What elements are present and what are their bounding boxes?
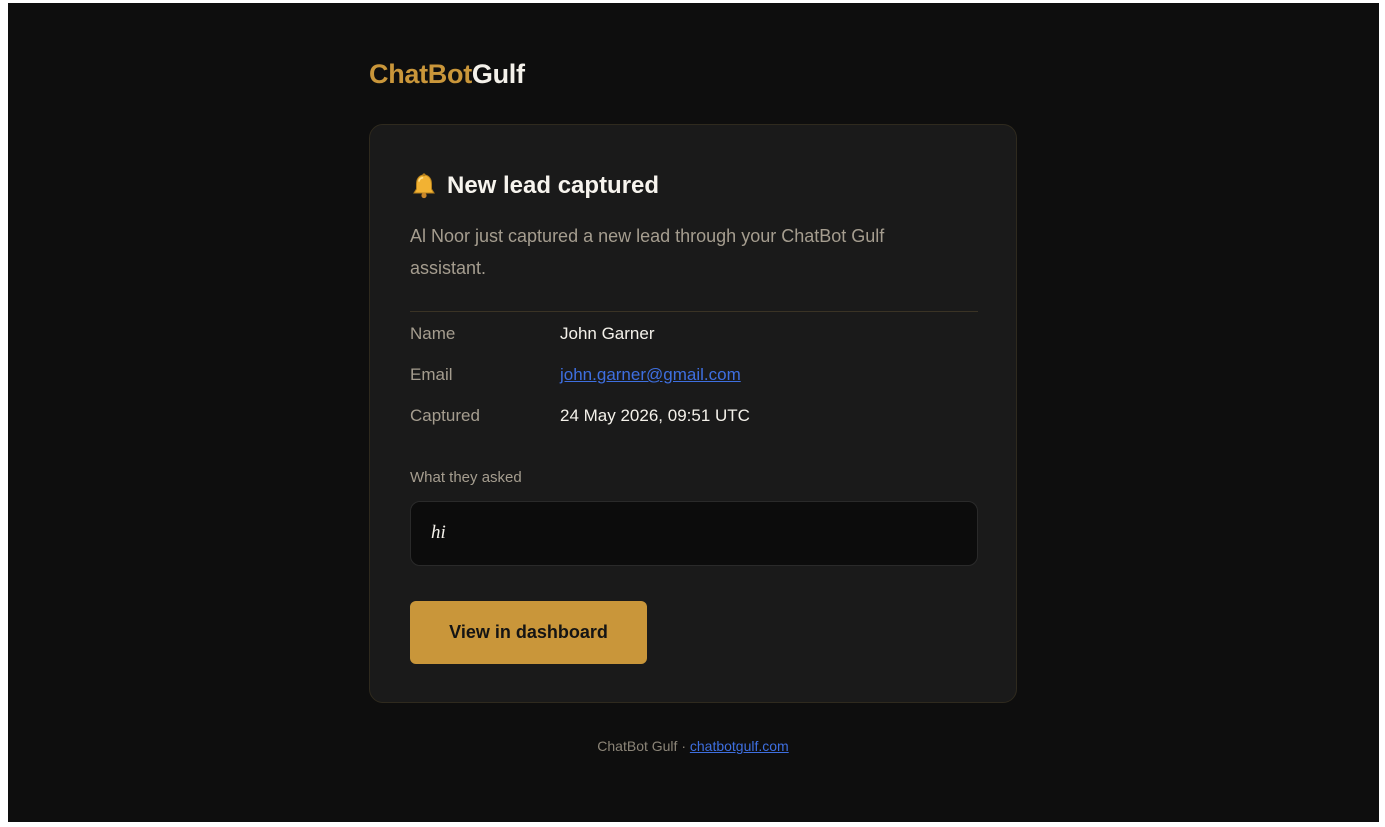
email-viewport: ChatBotGulf New lead captured Al Noor ju…: [8, 3, 1379, 822]
bell-icon: [410, 172, 438, 200]
view-dashboard-label: View in dashboard: [449, 622, 608, 642]
asked-box: hi: [410, 501, 978, 566]
card-title: New lead captured: [447, 172, 660, 199]
field-value-captured: 24 May 2026, 09:51 UTC: [560, 406, 750, 425]
asked-label: What they asked: [410, 469, 522, 486]
brand-logo-part1: ChatBot: [369, 59, 472, 89]
view-dashboard-button[interactable]: View in dashboard: [410, 601, 647, 664]
field-label-name: Name: [410, 324, 456, 343]
footer-text: ChatBot Gulf ·: [597, 738, 690, 754]
divider: [410, 311, 978, 312]
footer-link[interactable]: chatbotgulf.com: [690, 738, 789, 754]
brand-logo: ChatBotGulf: [369, 59, 525, 90]
footer: ChatBot Gulf · chatbotgulf.com: [369, 738, 1017, 754]
card-heading: New lead captured: [410, 172, 659, 200]
field-label-captured: Captured: [410, 406, 480, 425]
field-label-email: Email: [410, 365, 453, 384]
field-value-name: John Garner: [560, 324, 655, 343]
card-intro: Al Noor just captured a new lead through…: [410, 226, 885, 278]
email-link[interactable]: john.garner@gmail.com: [560, 363, 741, 387]
lead-card: New lead captured Al Noor just captured …: [369, 124, 1017, 703]
brand-logo-part2: Gulf: [471, 59, 525, 89]
asked-text: hi: [431, 522, 446, 543]
